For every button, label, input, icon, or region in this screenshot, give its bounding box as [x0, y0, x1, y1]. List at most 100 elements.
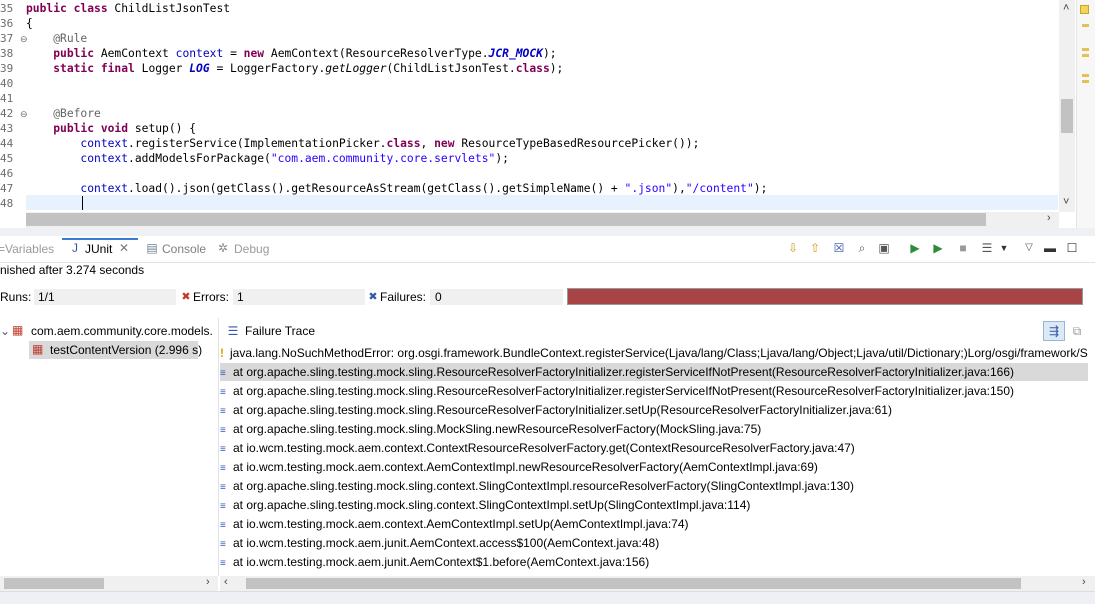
code-line[interactable]: public AemContext context = new AemConte…	[26, 46, 557, 61]
trace-frame-row[interactable]: ≡ at org.apache.sling.testing.mock.sling.…	[220, 420, 1088, 438]
line-number: 47	[0, 182, 14, 195]
code-token: );	[495, 152, 509, 165]
trace-frame-row[interactable]: ≡ at org.apache.sling.testing.mock.sling.…	[220, 363, 1088, 381]
show-failures-only-icon[interactable]: ☒	[832, 241, 846, 255]
test-suite-error-icon: ▦	[12, 323, 24, 337]
scroll-down-arrow-icon[interactable]: ˅	[1063, 196, 1069, 208]
view-sash[interactable]	[0, 228, 1095, 236]
errors-value-box	[233, 289, 365, 305]
trace-frame-row[interactable]: ≡ at org.apache.sling.testing.mock.sling.…	[220, 477, 1088, 495]
scroll-right-arrow-icon[interactable]: ›	[1047, 212, 1051, 224]
trace-horizontal-scroll-thumb[interactable]	[246, 578, 1021, 589]
code-token: LOG	[189, 62, 210, 75]
run-status-text: nished after 3.274 seconds	[0, 263, 145, 277]
next-failure-icon[interactable]: ⇩	[786, 241, 800, 255]
line-number: 39	[0, 62, 14, 75]
test-run-history-icon[interactable]: ☰	[980, 241, 994, 255]
scroll-lock-icon[interactable]: ⌕	[855, 241, 869, 255]
line-number: 35	[0, 2, 14, 15]
overview-warning-marker[interactable]	[1082, 48, 1089, 51]
previous-failure-icon[interactable]: ⇧	[808, 241, 822, 255]
rerun-test-icon[interactable]: ▶	[908, 241, 922, 255]
code-line[interactable]: context.addModelsForPackage("com.aem.com…	[26, 151, 509, 166]
trace-frame-row[interactable]: ≡ at org.apache.sling.testing.mock.sling.…	[220, 496, 1088, 514]
code-token: );	[542, 47, 557, 60]
tab-variables[interactable]: =Variables	[0, 242, 54, 256]
line-number: 46	[0, 167, 14, 180]
overview-warning-marker[interactable]	[1082, 74, 1089, 77]
maximize-icon[interactable]: ☐	[1065, 241, 1079, 255]
trace-frame-text: at org.apache.sling.testing.mock.sling.R…	[233, 365, 1015, 379]
line-number: 37	[0, 32, 14, 45]
code-token: "com.aem.community.core.servlets"	[270, 152, 496, 165]
compare-result-icon[interactable]: ⧉	[1070, 324, 1084, 338]
overview-warning-marker[interactable]	[1082, 24, 1089, 27]
trace-frame-text: at org.apache.sling.testing.mock.sling.M…	[233, 422, 762, 436]
code-line[interactable]: @Before	[26, 106, 101, 121]
close-tab-icon[interactable]: ✕	[117, 241, 131, 255]
failure-trace-title: Failure Trace	[245, 324, 316, 338]
code-line[interactable]: context.registerService(ImplementationPi…	[26, 136, 699, 151]
tab-console[interactable]: Console	[162, 242, 206, 256]
trace-frame-text: at io.wcm.testing.mock.aem.junit.AemCont…	[233, 555, 650, 569]
tree-suite-item[interactable]: com.aem.community.core.models.	[31, 324, 213, 338]
editor-vertical-scroll-thumb[interactable]	[1061, 99, 1073, 133]
trace-frame-text: at org.apache.sling.testing.mock.sling.c…	[233, 479, 854, 493]
overview-warning-marker[interactable]	[1082, 80, 1089, 83]
trace-exception-row[interactable]: ! java.lang.NoSuchMethodError: org.osgi.f…	[220, 344, 1088, 362]
line-number: 38	[0, 47, 14, 60]
code-token: ChildListJsonTest	[114, 2, 231, 15]
trace-frame-row[interactable]: ≡ at io.wcm.testing.mock.aem.context.AemC…	[220, 515, 1088, 533]
code-line[interactable]: public void setup() {	[26, 121, 196, 136]
code-line[interactable]: static final Logger LOG = LoggerFactory.…	[26, 61, 563, 76]
stack-frame-icon: ≡	[220, 425, 226, 436]
exception-icon: !	[220, 346, 224, 360]
fold-collapse-icon[interactable]: ⊖	[20, 109, 28, 120]
line-number: 43	[0, 122, 14, 135]
overview-warning-marker[interactable]	[1082, 54, 1089, 57]
scroll-right-arrow-icon[interactable]: ›	[206, 576, 210, 588]
trace-frame-row[interactable]: ≡ at org.apache.sling.testing.mock.sling.…	[220, 401, 1088, 419]
code-token: = LoggerFactory.	[209, 62, 326, 75]
scroll-right-arrow-icon[interactable]: ›	[1082, 576, 1086, 588]
code-token: ".json"	[624, 182, 673, 195]
trace-frame-row[interactable]: ≡ at io.wcm.testing.mock.aem.junit.AemCon…	[220, 534, 1088, 552]
trace-frame-row[interactable]: ≡ at org.apache.sling.testing.mock.sling.…	[220, 382, 1088, 400]
filter-stack-icon: ⇶	[1048, 324, 1060, 338]
tab-debug[interactable]: Debug	[234, 242, 269, 256]
trace-frame-row[interactable]: ≡ at io.wcm.testing.mock.aem.junit.AemCon…	[220, 553, 1088, 571]
trace-frame-text: at io.wcm.testing.mock.aem.context.Conte…	[233, 441, 855, 455]
fold-collapse-icon[interactable]: ⊖	[20, 34, 28, 45]
scroll-up-arrow-icon[interactable]: ˄	[1063, 2, 1069, 14]
code-token: );	[753, 182, 768, 195]
overview-ruler[interactable]	[1076, 0, 1095, 228]
stack-frame-icon: ≡	[220, 558, 226, 569]
tab-junit-label: JUnit	[85, 242, 113, 256]
trace-frame-text: at org.apache.sling.testing.mock.sling.R…	[233, 403, 892, 417]
code-line[interactable]: {	[26, 16, 33, 31]
tree-horizontal-scroll-thumb[interactable]	[4, 578, 104, 589]
trace-frame-row[interactable]: ≡ at io.wcm.testing.mock.aem.context.Cont…	[220, 439, 1088, 457]
history-dropdown-icon[interactable]: ▼	[997, 241, 1011, 255]
view-menu-icon[interactable]: ▽	[1022, 241, 1036, 255]
tree-test-item-label: testContentVersion (2.996 s)	[50, 343, 203, 357]
trace-frame-row[interactable]: ≡ at io.wcm.testing.mock.aem.context.AemC…	[220, 458, 1088, 476]
stack-frame-icon: ≡	[220, 501, 226, 512]
minimize-icon[interactable]: ▬	[1043, 241, 1057, 255]
code-line[interactable]: context.load().json(getClass().getResour…	[26, 181, 767, 196]
code-token: );	[549, 62, 564, 75]
code-token: public void	[53, 122, 135, 135]
stop-icon[interactable]: ■	[956, 241, 970, 255]
code-line[interactable]: public class ChildListJsonTest	[26, 1, 230, 16]
history-icon[interactable]: ▣	[877, 241, 891, 255]
code-token: context	[80, 182, 129, 195]
code-line[interactable]: @Rule	[26, 31, 87, 46]
rerun-failed-first-icon[interactable]: ▶	[931, 241, 945, 255]
errors-label: Errors:	[193, 290, 229, 304]
scroll-left-arrow-icon[interactable]: ‹	[224, 576, 228, 588]
tree-collapse-icon[interactable]: ⌄	[0, 324, 10, 338]
editor-horizontal-scroll-thumb[interactable]	[26, 213, 986, 226]
